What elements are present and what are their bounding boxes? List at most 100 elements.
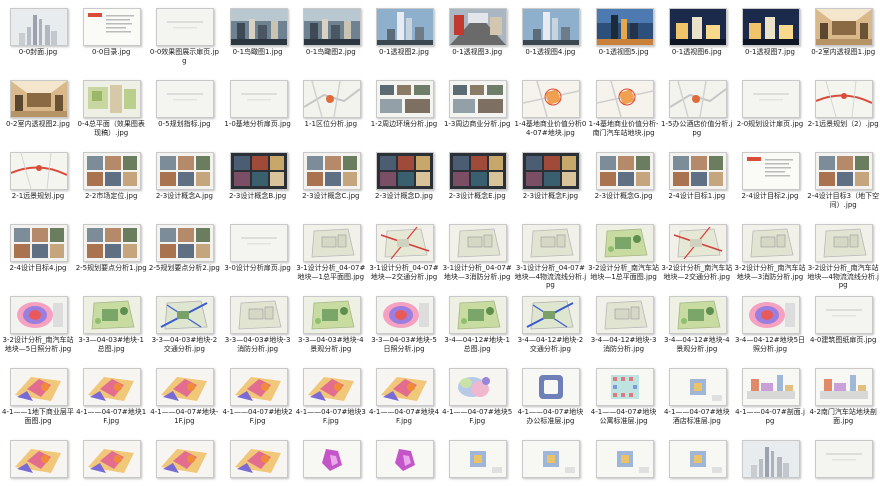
file-thumbnail bbox=[668, 296, 727, 334]
file-item[interactable] bbox=[514, 436, 586, 486]
file-item[interactable]: 1-5办公酒店价值分析.jpg bbox=[661, 76, 733, 144]
file-name: 2-3设计概念D.jpg bbox=[375, 192, 433, 200]
thumbnail-image bbox=[816, 9, 873, 45]
file-item[interactable]: 4-1——1地下商业层平面图.jpg bbox=[2, 364, 74, 432]
file-item[interactable]: 3-4—04-12#地块-1总图.jpg bbox=[441, 292, 513, 360]
file-item[interactable]: 3-2设计分析_南汽车站地块—2交通分析.jpg bbox=[661, 220, 733, 288]
file-item[interactable]: 3-0设计分析扉页.jpg bbox=[222, 220, 294, 288]
file-item[interactable]: 0-2室内透视图1.jpg bbox=[807, 4, 879, 72]
file-item[interactable]: 2-3设计概念F.jpg bbox=[514, 148, 586, 216]
file-item[interactable]: 4-1——04-07#地块酒店标准层.jpg bbox=[661, 364, 733, 432]
file-item[interactable]: 2-4设计目标4.jpg bbox=[2, 220, 74, 288]
file-item[interactable] bbox=[75, 436, 147, 486]
file-item[interactable]: 4-0建筑图纸扉页.jpg bbox=[807, 292, 879, 360]
file-item[interactable]: 3-4—04-12#地块5日照分析.jpg bbox=[734, 292, 806, 360]
file-item[interactable]: 0-1透视图3.jpg bbox=[441, 4, 513, 72]
file-item[interactable]: 0-1鸟瞰图2.jpg bbox=[295, 4, 367, 72]
file-item[interactable]: 2-2市场定位.jpg bbox=[75, 148, 147, 216]
file-item[interactable]: 3-1设计分析_04-07#地块—4物流流线分析.jpg bbox=[514, 220, 586, 289]
file-item[interactable]: 0-1透视图5.jpg bbox=[588, 4, 660, 72]
file-item[interactable]: 2-1远景规划（2）.jpg bbox=[807, 76, 879, 144]
file-item[interactable]: 0-1透视图4.jpg bbox=[514, 4, 586, 72]
file-item[interactable]: 4-1——04-07#地块2F.jpg bbox=[222, 364, 294, 432]
file-thumbnail bbox=[522, 80, 581, 118]
file-item[interactable]: 3-4—04-12#地块-3消防分析.jpg bbox=[588, 292, 660, 360]
file-item[interactable] bbox=[441, 436, 513, 486]
file-item[interactable]: 2-3设计概念A.jpg bbox=[148, 148, 220, 216]
file-item[interactable]: 3-2设计分析_南汽车站地块—4物流流线分析.jpg bbox=[807, 220, 879, 289]
file-item[interactable]: 2-3设计概念E.jpg bbox=[441, 148, 513, 216]
file-item[interactable] bbox=[148, 436, 220, 486]
file-item[interactable]: 3-2设计分析_南汽车站地块—5日照分析.jpg bbox=[2, 292, 74, 360]
file-item[interactable]: 4-1——04-07#地块4F.jpg bbox=[368, 364, 440, 432]
file-item[interactable]: 0-2室内透视图2.jpg bbox=[2, 76, 74, 144]
file-item[interactable]: 4-2南门汽车站地块剖面.jpg bbox=[807, 364, 879, 432]
file-item[interactable]: 2-5规划要点分析1.jpg bbox=[75, 220, 147, 288]
file-item[interactable]: 0-5规划指标.jpg bbox=[148, 76, 220, 144]
file-item[interactable]: 2-3设计概念D.jpg bbox=[368, 148, 440, 216]
file-item[interactable]: 1-1区位分析.jpg bbox=[295, 76, 367, 144]
file-item[interactable]: 3-2设计分析_南汽车站地块—1总平面图.jpg bbox=[588, 220, 660, 288]
file-item[interactable] bbox=[588, 436, 660, 486]
file-item[interactable]: 3-3—04-03#地块-1总图.jpg bbox=[75, 292, 147, 360]
file-item[interactable]: 2-1远景规划.jpg bbox=[2, 148, 74, 216]
file-thumbnail bbox=[376, 440, 434, 478]
file-item[interactable]: 3-1设计分析_04-07#地块—1总平面图.jpg bbox=[295, 220, 367, 288]
file-item[interactable]: 3-2设计分析_南汽车站地块—3消防分析.jpg bbox=[734, 220, 806, 288]
file-item[interactable]: 1-4基地商业价值分析04-07#地块.jpg bbox=[514, 76, 586, 144]
file-item[interactable]: 3-1设计分析_04-07#地块—2交通分析.jpg bbox=[368, 220, 440, 288]
thumbnail-image bbox=[450, 81, 507, 117]
file-item[interactable]: 1-4基地商业价值分析-南门汽车站地块.jpg bbox=[588, 76, 660, 144]
file-item[interactable] bbox=[661, 436, 733, 486]
file-item[interactable]: 4-1——04-07#地块-1F.jpg bbox=[148, 364, 220, 432]
file-item[interactable]: 1-2周边环境分析.jpg bbox=[368, 76, 440, 144]
file-item[interactable]: 3-3—04-03#地块-3消防分析.jpg bbox=[222, 292, 294, 360]
file-item[interactable]: 0-1透视图7.jpg bbox=[734, 4, 806, 72]
file-item[interactable]: 4-1——04-07#地块3F.jpg bbox=[295, 364, 367, 432]
file-item[interactable]: 4-1——04-07#剖面.jpg bbox=[734, 364, 806, 432]
file-item[interactable]: 0-1透视图6.jpg bbox=[661, 4, 733, 72]
file-item[interactable]: 4-1——04-07#地块办公标准层.jpg bbox=[514, 364, 586, 432]
file-item[interactable]: 3-3—04-03#地块-4景观分析.jpg bbox=[295, 292, 367, 360]
file-thumbnail bbox=[522, 296, 581, 334]
file-item[interactable]: 2-4设计目标2.jpg bbox=[734, 148, 806, 216]
thumbnail-image bbox=[377, 297, 433, 333]
file-item[interactable]: 2-3设计概念C.jpg bbox=[295, 148, 367, 216]
thumbnail-image bbox=[303, 225, 360, 261]
file-item[interactable]: 0-0封面.jpg bbox=[2, 4, 74, 72]
file-item[interactable]: 2-5规划要点分析2.jpg bbox=[148, 220, 220, 288]
file-item[interactable]: 4-1——04-07#地块公寓标准层.jpg bbox=[588, 364, 660, 432]
file-thumbnail bbox=[376, 368, 434, 406]
file-item[interactable]: 0-4总平面（效果图表现稿）.jpg bbox=[75, 76, 147, 144]
file-item[interactable]: 2-0规划设计扉页.jpg bbox=[734, 76, 806, 144]
file-item[interactable]: 4-1——04-07#地块5F.jpg bbox=[441, 364, 513, 432]
file-item[interactable]: 2-4设计目标3（地下空间）.jpg bbox=[807, 148, 879, 216]
thumbnail-image bbox=[596, 369, 653, 405]
file-item[interactable]: 3-4—04-12#地块-4景观分析.jpg bbox=[661, 292, 733, 360]
file-item[interactable]: 3-3—04-03#地块-5日照分析.jpg bbox=[368, 292, 440, 360]
file-item[interactable] bbox=[368, 436, 440, 486]
file-item[interactable] bbox=[2, 436, 74, 486]
file-item[interactable] bbox=[807, 436, 879, 486]
file-item[interactable]: 1-3周边商业分析.jpg bbox=[441, 76, 513, 144]
file-name: 2-3设计概念E.jpg bbox=[448, 192, 506, 200]
file-item[interactable]: 0-0目录.jpg bbox=[75, 4, 147, 72]
file-item[interactable]: 3-3—04-03#地块-2交通分析.jpg bbox=[148, 292, 220, 360]
file-item[interactable]: 1-0基地分析扉页.jpg bbox=[222, 76, 294, 144]
file-item[interactable]: 3-4—04-12#地块-2交通分析.jpg bbox=[514, 292, 586, 360]
file-item[interactable] bbox=[222, 436, 294, 486]
file-item[interactable]: 0-1透视图2.jpg bbox=[368, 4, 440, 72]
file-item[interactable]: 2-3设计概念B.jpg bbox=[222, 148, 294, 216]
file-item[interactable]: 0-0效果图展示扉页.jpg bbox=[148, 4, 220, 72]
thumbnail-image bbox=[303, 441, 360, 477]
file-thumbnail bbox=[522, 368, 581, 406]
file-item[interactable]: 2-4设计目标1.jpg bbox=[661, 148, 733, 216]
file-name: 1-4基地商业价值分析-南门汽车站地块.jpg bbox=[588, 120, 659, 137]
file-thumbnail bbox=[156, 368, 215, 406]
file-item[interactable]: 4-1——04-07#地块1F.jpg bbox=[75, 364, 147, 432]
file-item[interactable] bbox=[734, 436, 806, 486]
file-item[interactable] bbox=[295, 436, 367, 486]
file-item[interactable]: 2-3设计概念G.jpg bbox=[588, 148, 660, 216]
file-item[interactable]: 0-1鸟瞰图1.jpg bbox=[222, 4, 294, 72]
file-item[interactable]: 3-1设计分析_04-07#地块—3消防分析.jpg bbox=[441, 220, 513, 288]
